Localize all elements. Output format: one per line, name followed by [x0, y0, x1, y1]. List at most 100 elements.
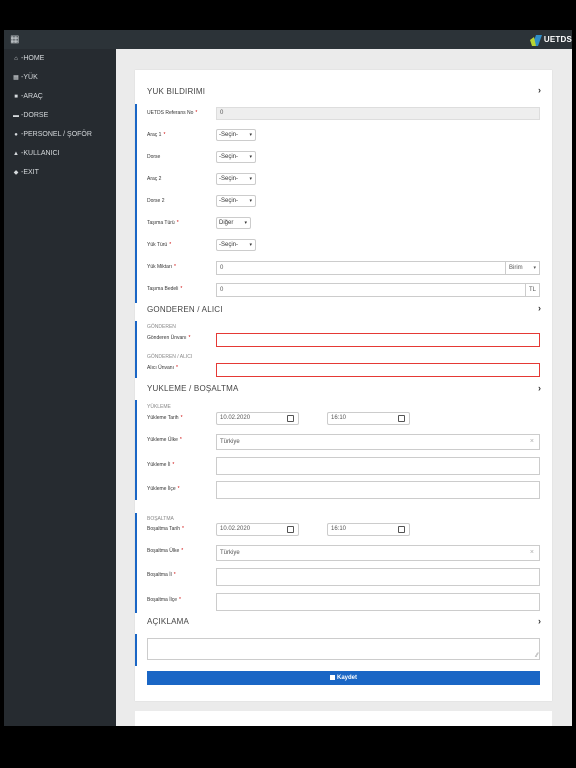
tasima-bedeli-input[interactable]: 0 TL [216, 283, 540, 297]
alici-sublabel: GÖNDEREN / ALICI [147, 354, 193, 360]
caret-down-icon: ▾ [249, 176, 252, 182]
section-title-gonderen: GONDEREN / ALICI [147, 305, 223, 314]
caret-down-icon: ▾ [533, 265, 536, 271]
users-icon: ● [14, 131, 18, 138]
yuk-miktari-label: Yük Miktarı * [147, 264, 176, 270]
sidebar-item-label: YÜK [23, 74, 38, 81]
caret-down-icon: ▾ [244, 220, 247, 226]
yukleme-ilce-select[interactable] [216, 481, 540, 499]
top-bar: ▦ UETDS [4, 30, 572, 49]
secondary-card [135, 711, 552, 726]
ref-label: UETDS Referans No * [147, 110, 198, 116]
sidebar-item-label: DORSE [23, 112, 49, 119]
yukleme-sublabel: YÜKLEME [147, 404, 171, 410]
section-accent [135, 513, 137, 613]
sidebar-item-arac[interactable]: ■ - ARAÇ [4, 87, 116, 106]
user-icon: ▲ [13, 150, 19, 157]
bosaltma-ilce-label: Boşaltma İlçe * [147, 597, 181, 603]
chevron-right-icon[interactable]: › [538, 303, 541, 313]
sidebar-item-home[interactable]: ⌂ - HOME [4, 49, 116, 68]
tasima-turu-label: Taşıma Türü * [147, 220, 179, 226]
yuk-turu-select[interactable]: -Seçin- ▾ [216, 239, 256, 251]
brand[interactable]: UETDS [529, 32, 572, 47]
sidebar-item-label: HOME [23, 55, 45, 62]
sidebar-item-yuk[interactable]: ▦ - YÜK [4, 68, 116, 87]
arac1-select[interactable]: -Seçin- ▾ [216, 129, 256, 141]
birim-select[interactable]: Birim ▾ [505, 261, 540, 275]
arac2-select[interactable]: -Seçin- ▾ [216, 173, 256, 185]
chevron-right-icon[interactable]: › [538, 85, 541, 95]
yukleme-date-input[interactable]: 10.02.2020 [216, 412, 299, 425]
bosaltma-ulke-label: Boşaltma Ülke * [147, 548, 184, 554]
clear-icon[interactable]: × [530, 546, 534, 560]
sidebar-item-label: PERSONEL / ŞOFÖR [23, 131, 92, 138]
yukleme-ulke-select[interactable]: Türkiye × [216, 434, 540, 450]
boxes-icon: ▦ [13, 75, 19, 81]
calendar-icon [287, 526, 294, 533]
bosaltma-il-label: Boşaltma İl * [147, 572, 176, 578]
ref-field: 0 [216, 107, 540, 120]
clear-icon[interactable]: × [530, 435, 534, 449]
arac1-label: Araç 1 * [147, 132, 166, 138]
sidebar-item-dorse[interactable]: ▬ - DORSE [4, 106, 116, 125]
sidebar-item-personel[interactable]: ● - PERSONEL / ŞOFÖR [4, 125, 116, 144]
sidebar-item-label: KULLANICI [23, 150, 60, 157]
caret-down-icon: ▾ [249, 242, 252, 248]
bosaltma-ulke-select[interactable]: Türkiye × [216, 545, 540, 561]
yukleme-time-input[interactable]: 16:10 [327, 412, 410, 425]
chevron-right-icon[interactable]: › [538, 616, 541, 626]
yuk-miktari-input[interactable]: 0 Birim ▾ [216, 261, 540, 275]
section-accent [135, 400, 137, 500]
yukleme-ulke-label: Yükleme Ülke * [147, 437, 182, 443]
calendar-icon [398, 415, 405, 422]
aciklama-textarea[interactable]: ⁄⁄ [147, 638, 540, 660]
bosaltma-il-select[interactable] [216, 568, 540, 586]
caret-down-icon: ▾ [249, 154, 252, 160]
section-accent [135, 104, 137, 303]
exit-icon: ◆ [13, 170, 19, 176]
section-accent [135, 634, 137, 666]
chevron-right-icon[interactable]: › [538, 383, 541, 393]
currency-addon: TL [525, 283, 540, 297]
home-icon: ⌂ [14, 55, 18, 62]
calendar-icon [287, 415, 294, 422]
gonderen-label: Gönderen Ünvanı * [147, 335, 191, 341]
dorse-select[interactable]: -Seçin- ▾ [216, 151, 256, 163]
section-title-aciklama: AÇIKLAMA [147, 617, 190, 626]
section-title-yukleme: YUKLEME / BOŞALTMA [147, 384, 239, 393]
arac2-label: Araç 2 [147, 176, 162, 182]
alici-label: Alıcı Ünvanı * [147, 365, 178, 371]
bosaltma-ilce-select[interactable] [216, 593, 540, 611]
sidebar: ⌂ - HOME ▦ - YÜK ■ - ARAÇ ▬ - DORSE ● - PERSONEL /… [4, 49, 116, 726]
yuk-turu-label: Yük Türü * [147, 242, 172, 248]
caret-down-icon: ▾ [249, 132, 252, 138]
yukleme-ilce-label: Yükleme İlçe * [147, 486, 180, 492]
logo-icon [529, 34, 542, 46]
section-title-yuk: YUK BILDIRIMI [147, 87, 206, 96]
save-button[interactable]: Kaydet [147, 671, 540, 685]
brand-name: UETDS [543, 35, 572, 44]
grid-icon[interactable]: ▦ [10, 34, 22, 45]
tasima-turu-select[interactable]: Diğer ▾ [216, 217, 251, 229]
truck-icon: ■ [14, 93, 18, 100]
sidebar-item-kullanici[interactable]: ▲ - KULLANICI [4, 144, 116, 163]
bosaltma-tarih-label: Boşaltma Tarih * [147, 526, 184, 532]
gonderen-input[interactable] [216, 333, 540, 347]
caret-down-icon: ▾ [249, 198, 252, 204]
bosaltma-time-input[interactable]: 16:10 [327, 523, 410, 536]
yukleme-il-label: Yükleme İl * [147, 462, 175, 468]
bosaltma-date-input[interactable]: 10.02.2020 [216, 523, 299, 536]
dorse2-label: Dorse 2 [147, 198, 165, 204]
alici-input[interactable] [216, 363, 540, 377]
dorse-label: Dorse [147, 154, 161, 160]
app-screen: ▦ UETDS ⌂ - HOME ▦ - YÜK ■ - ARAÇ ▬ - DORSE ● - PE… [4, 30, 572, 726]
yukleme-il-select[interactable] [216, 457, 540, 475]
main-content: YUK BILDIRIMI › UETDS Referans No * 0 Ara… [116, 49, 572, 726]
sidebar-item-exit[interactable]: ◆ - EXIT [4, 163, 116, 182]
bosaltma-sublabel: BOŞALTMA [147, 516, 174, 522]
tasima-bedeli-label: Taşıma Bedeli * [147, 286, 183, 292]
resize-handle-icon[interactable]: ⁄⁄ [536, 653, 538, 659]
dorse2-select[interactable]: -Seçin- ▾ [216, 195, 256, 207]
sidebar-item-label: EXIT [23, 169, 39, 176]
floppy-icon [329, 674, 335, 680]
